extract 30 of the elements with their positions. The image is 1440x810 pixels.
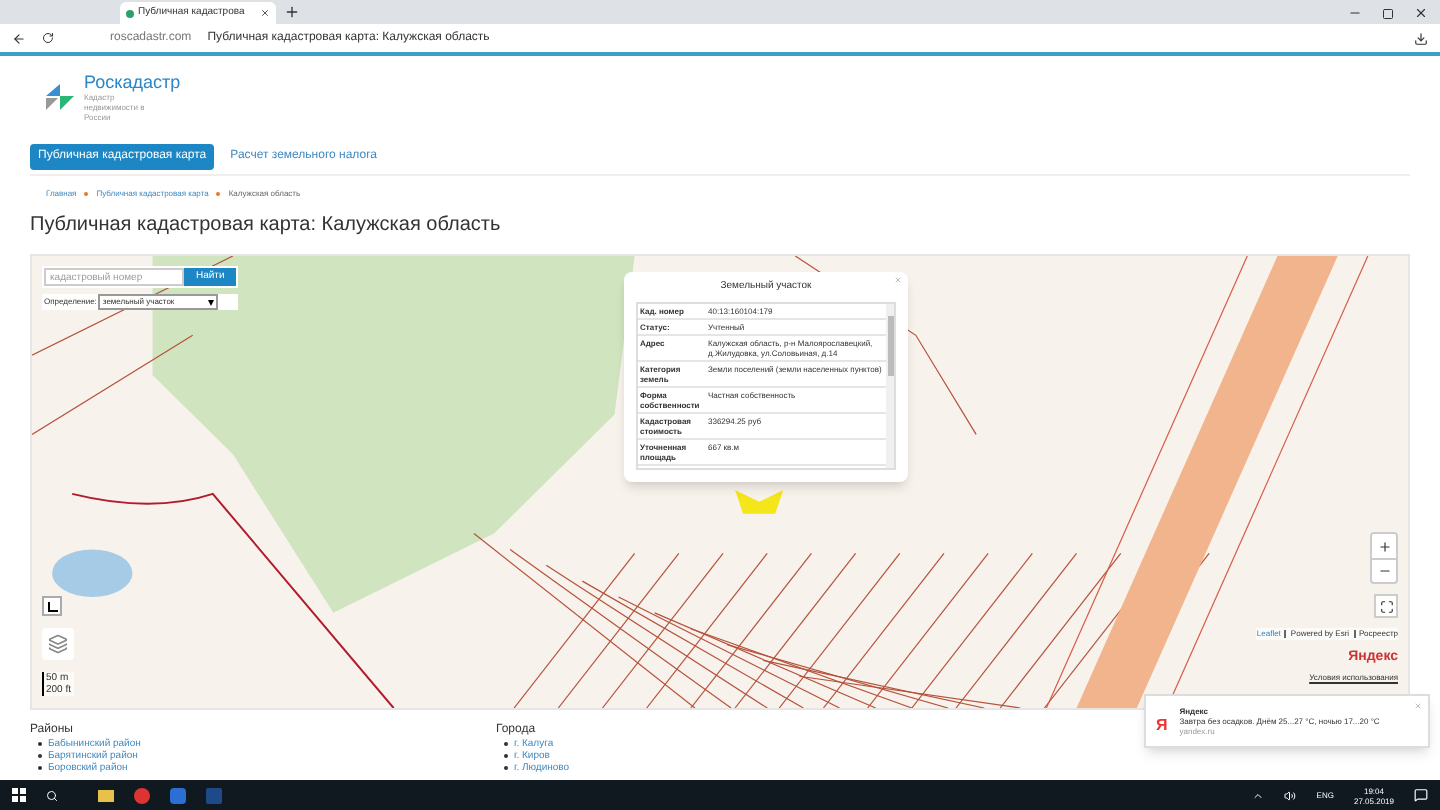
logo-icon: [42, 80, 78, 116]
minus-icon: [1377, 564, 1391, 578]
breadcrumb-separator-icon: [216, 192, 221, 196]
fullscreen-icon: [1379, 599, 1393, 613]
yandex-logo-icon: Я: [1156, 718, 1168, 736]
back-icon[interactable]: [12, 31, 26, 45]
logo-name: Роскадастр: [84, 74, 181, 92]
layers-button[interactable]: [42, 628, 74, 660]
reload-icon[interactable]: [42, 32, 54, 44]
folder-icon[interactable]: [98, 789, 114, 801]
maximize-icon[interactable]: [1382, 8, 1394, 20]
page-heading: Публичная кадастровая карта: Калужская область: [30, 214, 503, 238]
minimize-icon[interactable]: [1348, 6, 1362, 20]
layers-icon: [48, 634, 68, 654]
favicon-icon: [126, 9, 134, 17]
plus-icon: [1377, 539, 1391, 553]
app-icon[interactable]: [170, 787, 186, 803]
chevron-up-icon[interactable]: [1252, 789, 1265, 801]
close-icon[interactable]: [1414, 6, 1428, 20]
breadcrumb-separator-icon: [84, 192, 89, 196]
notifications-icon[interactable]: [1414, 788, 1428, 802]
dropdown-arrow-icon: [208, 299, 215, 305]
fullscreen-button[interactable]: [1374, 594, 1398, 618]
windows-icon[interactable]: [12, 788, 26, 802]
draw-tool-button[interactable]: [42, 596, 62, 616]
speaker-icon[interactable]: [1284, 789, 1297, 801]
browser-icon[interactable]: [134, 787, 150, 803]
search-icon[interactable]: [46, 789, 58, 801]
new-tab-icon[interactable]: [284, 4, 300, 20]
download-icon[interactable]: [1414, 31, 1428, 45]
